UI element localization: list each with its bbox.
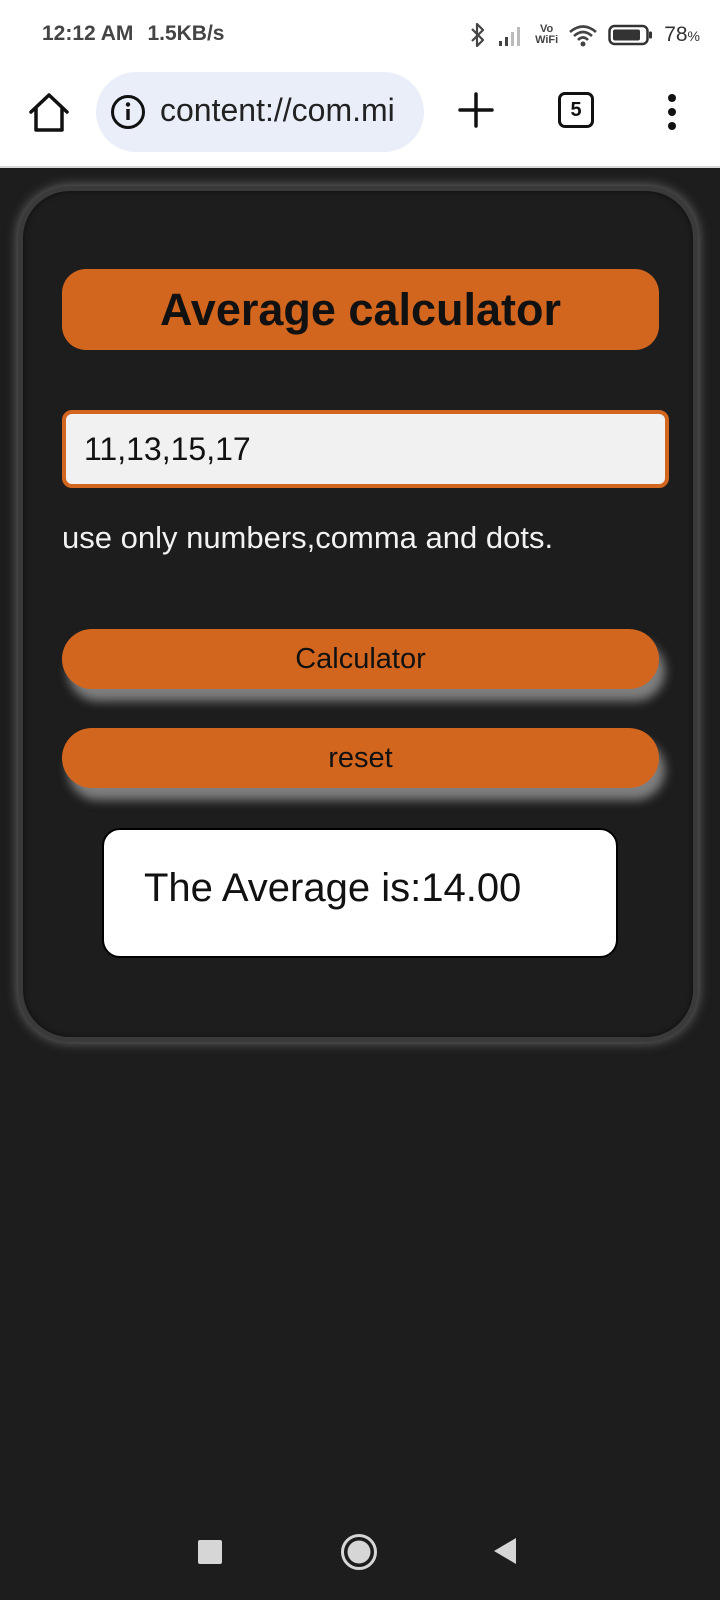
calculate-button[interactable]: Calculator [62,629,659,689]
numbers-input[interactable] [62,410,669,488]
battery-value: 78 [664,23,688,46]
home-icon[interactable] [26,90,72,136]
wifi-icon [569,25,598,47]
back-triangle-icon[interactable] [492,1536,518,1566]
more-vert-icon[interactable] [660,90,684,134]
battery-level: 78% [664,23,700,47]
tab-switcher-icon[interactable]: 5 [558,92,594,128]
battery-icon [608,24,653,46]
vowifi-bottom: WiFi [535,34,559,46]
result-box: The Average is:14.00 [102,828,618,958]
network-speed: 1.5KB/s [147,22,225,45]
input-hint: use only numbers,comma and dots. [62,520,554,555]
reset-button[interactable]: reset [62,728,659,788]
recents-square-icon[interactable] [198,1540,222,1564]
vowifi-indicator: Vo WiFi [535,24,558,46]
bluetooth-icon [471,22,485,48]
browser-toolbar: content://com.mi 5 [0,70,720,168]
info-icon[interactable] [110,94,146,130]
home-circle-icon[interactable] [340,1533,378,1571]
status-left: 12:12 AM 1.5KB/s [42,22,238,46]
plus-icon[interactable] [456,90,496,130]
status-bar: 12:12 AM 1.5KB/s Vo WiFi 78% [0,0,720,70]
page-title: Average calculator [62,269,659,350]
result-text: The Average is:14.00 [144,866,522,910]
battery-unit: % [687,28,700,44]
status-time: 12:12 AM [42,22,134,45]
url-bar[interactable]: content://com.mi [96,72,424,152]
signal-icon [499,27,521,46]
status-right: Vo WiFi 78% [469,18,700,52]
url-text: content://com.mi [160,92,395,128]
